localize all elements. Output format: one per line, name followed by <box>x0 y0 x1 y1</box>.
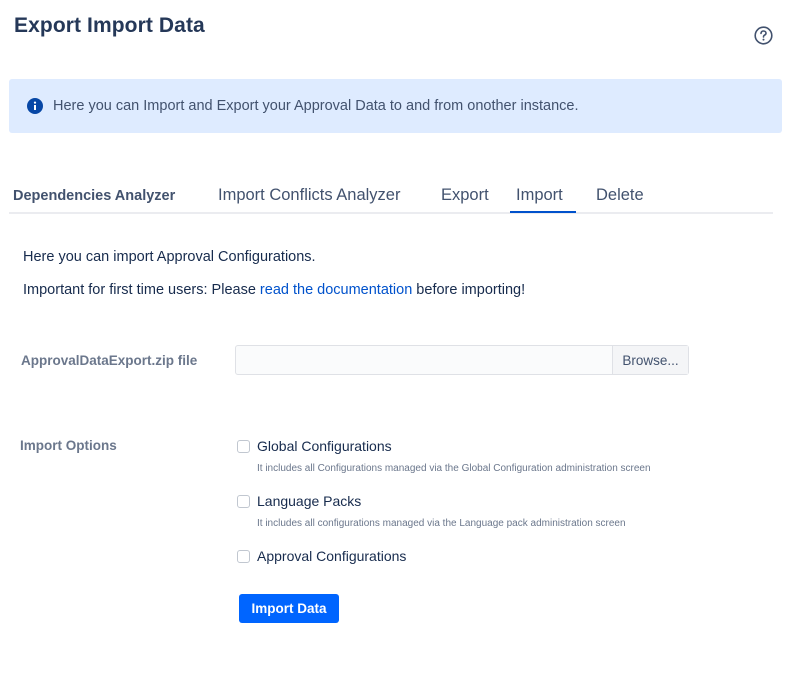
option-label: Language Packs <box>257 493 362 509</box>
option-description: It includes all Configurations managed v… <box>257 463 651 474</box>
tab-bar: Dependencies Analyzer Import Conflicts A… <box>9 178 773 214</box>
active-tab-indicator <box>510 211 576 213</box>
tab-import[interactable]: Import <box>516 186 563 205</box>
page-title: Export Import Data <box>14 14 205 37</box>
tab-delete[interactable]: Delete <box>596 186 644 205</box>
info-icon <box>27 98 43 114</box>
option-approval-configurations[interactable]: Approval Configurations <box>237 548 406 564</box>
approval-configurations-checkbox[interactable] <box>237 549 250 563</box>
import-data-button[interactable]: Import Data <box>239 594 339 623</box>
tab-export[interactable]: Export <box>441 186 489 205</box>
documentation-link[interactable]: read the documentation <box>260 282 412 298</box>
important-note: Important for first time users: Please r… <box>23 282 525 298</box>
option-label: Global Configurations <box>257 438 392 454</box>
import-options-label: Import Options <box>20 438 117 453</box>
option-global-configurations[interactable]: Global Configurations <box>237 438 392 454</box>
option-language-packs[interactable]: Language Packs <box>237 493 361 509</box>
help-icon[interactable] <box>754 26 773 45</box>
tab-import-conflicts-analyzer[interactable]: Import Conflicts Analyzer <box>218 186 400 205</box>
language-packs-checkbox[interactable] <box>237 494 250 508</box>
global-configurations-checkbox[interactable] <box>237 439 250 453</box>
important-suffix: before importing! <box>412 282 526 298</box>
file-field-label: ApprovalDataExport.zip file <box>21 353 198 368</box>
info-banner-text: Here you can Import and Export your Appr… <box>53 98 579 114</box>
info-banner: Here you can Import and Export your Appr… <box>9 79 782 133</box>
intro-text: Here you can import Approval Configurati… <box>23 249 316 265</box>
browse-button[interactable]: Browse... <box>612 346 688 374</box>
file-path-input[interactable] <box>236 346 612 374</box>
option-label: Approval Configurations <box>257 548 407 564</box>
tab-dependencies-analyzer[interactable]: Dependencies Analyzer <box>13 188 175 204</box>
option-description: It includes all configurations managed v… <box>257 518 626 529</box>
file-upload-field: Browse... <box>235 345 689 375</box>
important-prefix: Important for first time users: Please <box>23 282 260 298</box>
